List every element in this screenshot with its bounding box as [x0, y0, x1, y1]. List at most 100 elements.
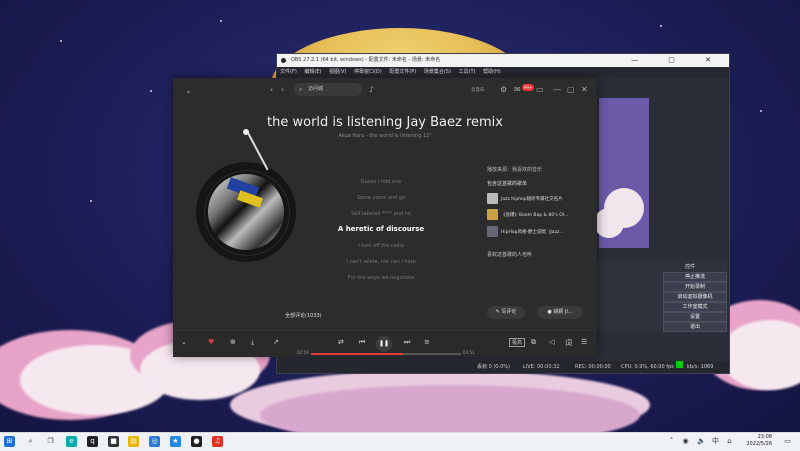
playlist-item[interactable]: Jazz hiphop随听专属社交名片	[487, 193, 577, 205]
settings-icon[interactable]: ⚙	[500, 85, 507, 94]
playlist-thumbnail	[487, 209, 498, 220]
notification-icon[interactable]: ▭	[782, 436, 793, 447]
download-icon[interactable]: ⤓	[251, 338, 254, 347]
collapse-icon[interactable]: ⌄	[181, 338, 187, 346]
menu-help[interactable]: 帮助(H)	[483, 69, 501, 75]
app-icon[interactable]: ■	[108, 436, 119, 447]
obs-title-text: OBS 27.2.1 (64 bit, windows) - 配置文件: 未命名…	[291, 57, 441, 63]
lyric-toggle[interactable]: 词	[565, 338, 572, 348]
sound-effect-icon[interactable]: ⧉	[531, 338, 536, 347]
lyric-line[interactable]: Guess I told one	[301, 179, 461, 185]
music-player-window: ⌄ ‹ › ⌕ 访问城 ♪ 云音乐 ⚙ ✉ 99+ ▭ — ▢ ✕ the wo…	[173, 78, 597, 357]
menu-scene-collection[interactable]: 场景集合(S)	[424, 69, 451, 75]
clock[interactable]: 23:08 2022/5/26	[746, 434, 772, 448]
exit-button[interactable]: 退出	[663, 322, 727, 332]
lyric-line[interactable]: For the ways we negotiate	[301, 275, 461, 281]
playlist-thumbnail	[487, 193, 498, 204]
user-label[interactable]: 云音乐	[471, 87, 485, 93]
pause-button[interactable]: ❚❚	[376, 336, 392, 352]
taskbar: ⊞ ⌕ ❐ e q ■ ▤ ◎ ★ ● ♫ ˄ ◉ 🔈 中 ⌂ 23:08 20…	[0, 432, 800, 451]
dropped-frames: 丢帧 0 (0.0%)	[477, 364, 510, 370]
app-icon[interactable]: ★	[170, 436, 181, 447]
cpu-usage: CPU: 0.9%, 60.00 fps	[621, 364, 674, 370]
menu-tools[interactable]: 工具(T)	[459, 69, 476, 75]
task-view-icon[interactable]: ❐	[45, 436, 56, 447]
studio-mode-button[interactable]: 工作室模式	[663, 302, 727, 312]
clock-time: 23:08	[757, 434, 772, 440]
volume-icon[interactable]: ◁	[549, 338, 554, 346]
menu-view[interactable]: 视图(V)	[329, 69, 346, 75]
settings-button[interactable]: 设置	[663, 312, 727, 322]
mic-icon[interactable]: ♪	[369, 85, 374, 94]
network-icon[interactable]: ⌂	[724, 436, 735, 447]
minimize-icon[interactable]: —	[553, 85, 561, 94]
browser-icon[interactable]: ◎	[149, 436, 160, 447]
play-source[interactable]: 播放来源：我喜欢的音乐	[487, 166, 542, 173]
write-comment-button[interactable]: ✎ 写评论	[487, 306, 525, 319]
window-controls[interactable]: — ▢ ✕	[631, 54, 725, 67]
time-elapsed: 02:19	[297, 350, 309, 355]
close-icon[interactable]: ✕	[581, 85, 588, 94]
search-text: 访问城	[308, 86, 324, 92]
lyric-line[interactable]: Self labeled **** and ho	[301, 211, 461, 217]
album-art	[208, 174, 284, 250]
tray-icon[interactable]: ◉	[680, 436, 691, 447]
progress-bar[interactable]	[311, 353, 461, 355]
tray-chevron-icon[interactable]: ˄	[666, 436, 677, 447]
playlists-heading: 包含这首歌的歌单	[487, 181, 528, 187]
also-liked-heading[interactable]: 喜欢这首歌的人也听	[487, 251, 532, 258]
lyric-line[interactable]: Some come and go	[301, 195, 461, 201]
lyric-line[interactable]: I turn off the radio	[301, 243, 461, 249]
menu-profile[interactable]: 配置文件(P)	[389, 69, 416, 75]
song-title: the world is listening Jay Baez remix	[267, 115, 503, 130]
speaker-icon[interactable]: 🔈	[696, 436, 707, 447]
start-icon[interactable]: ⊞	[4, 436, 15, 447]
stop-stream-button[interactable]: 停止推流	[663, 272, 727, 282]
quality-button[interactable]: 极高	[509, 338, 526, 347]
obs-statusbar: 丢帧 0 (0.0%) LIVE: 00:00:32 REC: 00:00:00…	[277, 361, 729, 373]
menu-edit[interactable]: 编辑(E)	[304, 69, 321, 75]
music-taskbar-icon[interactable]: ♫	[212, 436, 223, 447]
playlist-queue-icon[interactable]: ☰	[581, 338, 587, 346]
collapse-icon[interactable]: ⌄	[185, 86, 192, 95]
lang-indicator[interactable]: 中	[710, 436, 721, 447]
add-to-playlist-icon[interactable]: ⊕	[230, 338, 236, 346]
lyric-line-current[interactable]: A heretic of discourse	[301, 225, 461, 233]
search-icon[interactable]: ⌕	[25, 436, 36, 447]
shuffle-icon[interactable]: ⇄	[338, 338, 344, 346]
menu-file[interactable]: 文件(F)	[280, 69, 297, 75]
time-total: 03:51	[463, 350, 475, 355]
rec-time: REC: 00:00:00	[575, 364, 611, 370]
user-pill[interactable]: ● 姚颖 JI...	[537, 306, 583, 319]
lyrics-icon[interactable]: ≡	[424, 338, 430, 346]
qq-icon[interactable]: q	[87, 436, 98, 447]
clock-date: 2022/5/26	[746, 441, 772, 447]
playlist-item[interactable]: HipHop风格·爵士说唱（Jazz...	[487, 226, 577, 238]
bitrate: kb/s: 1069	[687, 364, 714, 370]
next-icon[interactable]: ⏭	[404, 338, 410, 347]
previous-icon[interactable]: ⏮	[359, 338, 365, 347]
menu-docks[interactable]: 停靠窗口(D)	[354, 69, 382, 75]
start-record-button[interactable]: 开始录制	[663, 282, 727, 292]
virtual-camera-button[interactable]: 启动虚拟摄像机	[663, 292, 727, 302]
playlist-item[interactable]: 《劲爆》Boom Bap & 80's Ol...	[487, 209, 577, 221]
message-icon[interactable]: ✉	[514, 85, 521, 94]
share-icon[interactable]: ↗	[273, 338, 279, 346]
back-icon[interactable]: ‹	[270, 85, 273, 94]
forward-icon[interactable]: ›	[281, 85, 284, 94]
playback-controls: ⌄ ♥ ⊕ ⤓ ↗ ⇄ ⏮ ❚❚ ⏭ ≡ 02:19 03:51 极高 ⧉ ◁ …	[173, 330, 597, 357]
obs-preview[interactable]	[594, 98, 649, 248]
search-input[interactable]: ⌕ 访问城	[294, 83, 362, 96]
edge-icon[interactable]: e	[66, 436, 77, 447]
like-icon[interactable]: ♥	[208, 338, 214, 346]
live-time: LIVE: 00:00:32	[523, 364, 560, 370]
progress-fill	[311, 353, 403, 355]
comments-count[interactable]: 全部评论(1033)	[285, 312, 322, 319]
desktop-wallpaper: OBS 27.2.1 (64 bit, windows) - 配置文件: 未命名…	[0, 0, 800, 432]
miniplayer-icon[interactable]: ▭	[536, 85, 544, 94]
folder-icon[interactable]: ▤	[128, 436, 139, 447]
obs-taskbar-icon[interactable]: ●	[191, 436, 202, 447]
maximize-icon[interactable]: ▢	[567, 85, 575, 94]
song-artist-album[interactable]: Akua Naru - the world is listening 12"	[173, 133, 597, 139]
lyric-line[interactable]: I can't relate, nor can I hate	[301, 259, 461, 265]
